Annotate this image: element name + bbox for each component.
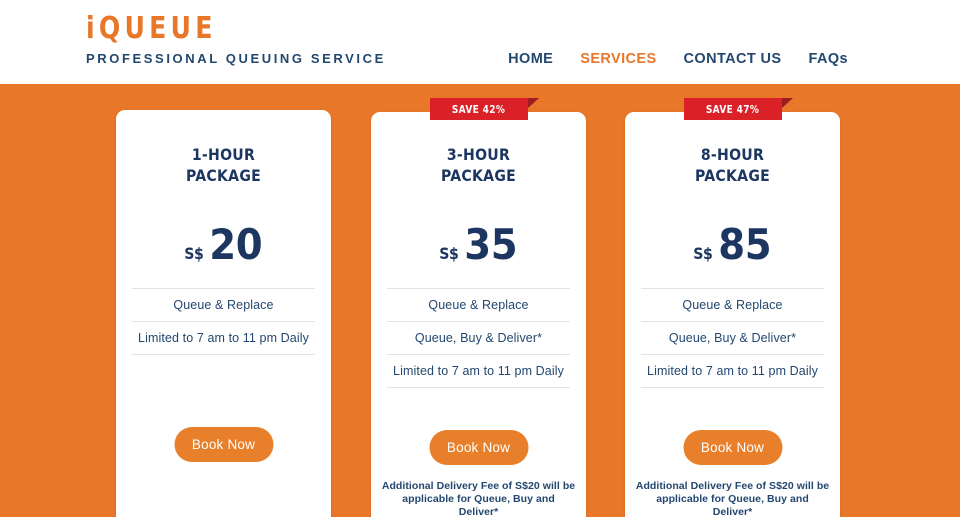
ribbon-fold-icon bbox=[528, 98, 539, 108]
brand-logo[interactable]: iQUEUE PROFESSIONAL QUEUING SERVICE bbox=[86, 12, 386, 68]
price-currency: S$ bbox=[184, 244, 204, 263]
feature-item: Queue, Buy & Deliver* bbox=[641, 321, 824, 354]
card-title-line1: 8-HOUR bbox=[700, 145, 765, 164]
price-currency: S$ bbox=[693, 244, 713, 263]
price-amount: 85 bbox=[717, 220, 771, 269]
delivery-fee-note: Additional Delivery Fee of S$20 will be … bbox=[635, 480, 830, 517]
feature-list: Queue & Replace Queue, Buy & Deliver* Li… bbox=[371, 288, 586, 388]
price-currency: S$ bbox=[439, 244, 459, 263]
card-price: S$ 35 bbox=[371, 224, 586, 266]
feature-item: Queue & Replace bbox=[387, 288, 570, 321]
price-amount: 35 bbox=[463, 220, 517, 269]
card-title-line1: 3-HOUR bbox=[446, 145, 511, 164]
save-badge-ribbon: SAVE 42% bbox=[430, 98, 539, 120]
feature-item: Limited to 7 am to 11 pm Daily bbox=[641, 354, 824, 388]
feature-item: Limited to 7 am to 11 pm Daily bbox=[132, 321, 315, 355]
feature-item: Limited to 7 am to 11 pm Daily bbox=[387, 354, 570, 388]
site-header: iQUEUE PROFESSIONAL QUEUING SERVICE HOME… bbox=[0, 0, 960, 84]
card-price: S$ 85 bbox=[625, 224, 840, 266]
card-price: S$ 20 bbox=[116, 224, 331, 266]
feature-item: Queue, Buy & Deliver* bbox=[387, 321, 570, 354]
nav-link-faqs[interactable]: FAQs bbox=[809, 51, 848, 67]
save-badge-label: SAVE 42% bbox=[452, 102, 506, 116]
card-title-line2: PACKAGE bbox=[694, 166, 771, 185]
main-nav: HOME SERVICES CONTACT US FAQs bbox=[508, 51, 848, 67]
card-title-line2: PACKAGE bbox=[440, 166, 517, 185]
book-now-button[interactable]: Book Now bbox=[429, 430, 528, 465]
pricing-card-1-hour[interactable]: 1-HOUR PACKAGE S$ 20 Queue & Replace Lim… bbox=[116, 110, 331, 517]
nav-link-home[interactable]: HOME bbox=[508, 51, 553, 67]
feature-item: Queue & Replace bbox=[132, 288, 315, 321]
feature-list: Queue & Replace Limited to 7 am to 11 pm… bbox=[116, 288, 331, 355]
brand-tagline: PROFESSIONAL QUEUING SERVICE bbox=[86, 51, 386, 66]
pricing-card-3-hour[interactable]: 3-HOUR PACKAGE S$ 35 Queue & Replace Que… bbox=[371, 112, 586, 517]
book-now-button[interactable]: Book Now bbox=[174, 427, 273, 462]
pricing-card-8-hour[interactable]: 8-HOUR PACKAGE S$ 85 Queue & Replace Que… bbox=[625, 112, 840, 517]
save-badge-ribbon: SAVE 47% bbox=[684, 98, 793, 120]
card-title: 1-HOUR PACKAGE bbox=[129, 144, 318, 186]
delivery-fee-note: Additional Delivery Fee of S$20 will be … bbox=[381, 480, 576, 517]
feature-item: Queue & Replace bbox=[641, 288, 824, 321]
ribbon-fold-icon bbox=[782, 98, 793, 108]
nav-link-services[interactable]: SERVICES bbox=[580, 51, 656, 67]
pricing-section: 1-HOUR PACKAGE S$ 20 Queue & Replace Lim… bbox=[0, 84, 960, 517]
book-now-button[interactable]: Book Now bbox=[683, 430, 782, 465]
card-title-line2: PACKAGE bbox=[185, 166, 262, 185]
card-title: 8-HOUR PACKAGE bbox=[638, 144, 827, 186]
feature-list: Queue & Replace Queue, Buy & Deliver* Li… bbox=[625, 288, 840, 388]
save-badge-label: SAVE 47% bbox=[706, 102, 760, 116]
price-amount: 20 bbox=[208, 220, 262, 269]
brand-name: iQUEUE bbox=[86, 11, 217, 46]
card-title-line1: 1-HOUR bbox=[191, 145, 256, 164]
card-title: 3-HOUR PACKAGE bbox=[384, 144, 573, 186]
nav-link-contact-us[interactable]: CONTACT US bbox=[684, 51, 782, 67]
